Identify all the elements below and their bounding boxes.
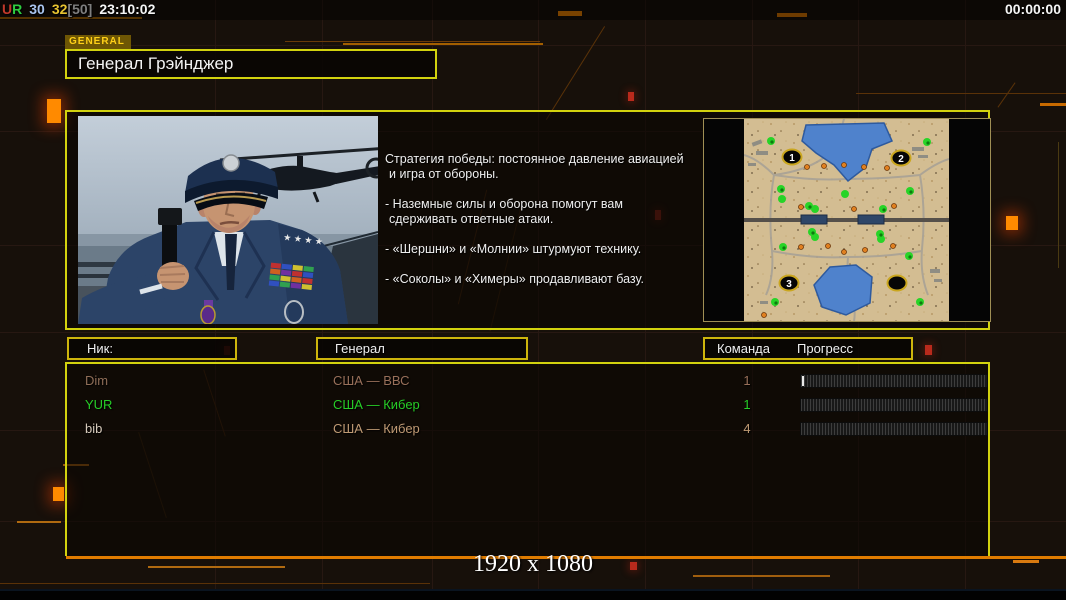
column-header-team: Команда bbox=[717, 339, 770, 358]
column-header-progress: Прогресс bbox=[797, 339, 853, 358]
circuit-line bbox=[1058, 142, 1059, 268]
briefing-line: и игра от обороны. bbox=[385, 167, 715, 182]
minimap-image: 1 2 3 bbox=[744, 119, 949, 326]
circuit-line bbox=[0, 45, 1066, 46]
start-position-empty bbox=[888, 276, 907, 291]
player-general: США — Кибер bbox=[333, 397, 420, 412]
circuit-line bbox=[997, 82, 1015, 107]
circuit-line bbox=[343, 43, 543, 45]
player-general: США — Кибер bbox=[333, 421, 420, 436]
briefing-line: Стратегия победы: постоянное давление ав… bbox=[385, 152, 715, 167]
briefing-line: сдерживать ответные атаки. bbox=[385, 212, 715, 227]
minimap-panel: 1 2 3 bbox=[703, 118, 991, 322]
start-position-1: 1 bbox=[789, 153, 795, 164]
map-center-road bbox=[744, 218, 949, 222]
briefing-line: - «Шершни» и «Молнии» штурмуют технику. bbox=[385, 242, 715, 257]
status-segment: [50] bbox=[67, 1, 92, 17]
player-row: YUR США — Кибер 1 bbox=[67, 394, 988, 418]
circuit-line bbox=[546, 26, 605, 120]
briefing-line: - Наземные силы и оборона помогут вам bbox=[385, 197, 715, 212]
resolution-label: 1920 x 1080 bbox=[0, 551, 1066, 578]
briefing-panel: ★ ★ ★ ★ bbox=[65, 110, 990, 330]
circuit-line bbox=[0, 332, 1066, 333]
circuit-square bbox=[53, 487, 64, 501]
loading-screen: UR3032[50]23:10:02 00:00:00 GENERAL Гене… bbox=[0, 0, 1066, 600]
circuit-square bbox=[47, 99, 61, 123]
load-progress-bar bbox=[800, 398, 988, 412]
status-clock: 23:10:02 bbox=[99, 1, 155, 17]
match-timer: 00:00:00 bbox=[1005, 1, 1061, 17]
circuit-line bbox=[17, 521, 61, 523]
status-segment: 30 bbox=[29, 1, 45, 17]
general-title: Генерал Грэйнджер bbox=[65, 49, 437, 79]
top-bar bbox=[0, 0, 1066, 20]
status-segment: U bbox=[2, 1, 12, 17]
load-progress-bar bbox=[800, 422, 988, 436]
player-nick: Dim bbox=[85, 373, 108, 388]
net-status-readout: UR 30 32[50] 23:10:02 bbox=[2, 1, 155, 17]
map-bridge bbox=[801, 215, 827, 224]
general-portrait: ★ ★ ★ ★ bbox=[78, 116, 378, 324]
player-nick: YUR bbox=[85, 397, 112, 412]
circuit-line bbox=[0, 583, 430, 584]
map-bridge bbox=[858, 215, 884, 224]
circuit-line bbox=[1040, 103, 1066, 106]
circuit-dot bbox=[628, 92, 634, 101]
player-nick: bib bbox=[85, 421, 102, 436]
status-segment: R bbox=[12, 1, 22, 17]
circuit-square bbox=[1006, 216, 1018, 230]
player-general: США — ВВС bbox=[333, 373, 410, 388]
player-team: 1 bbox=[735, 397, 759, 412]
player-team: 1 bbox=[735, 373, 759, 388]
player-row: bib США — Кибер 4 bbox=[67, 418, 988, 442]
general-tab-label: GENERAL bbox=[65, 35, 131, 49]
column-header-nick: Ник: bbox=[67, 337, 237, 360]
portrait-photo: ★ ★ ★ ★ bbox=[78, 116, 378, 324]
circuit-line bbox=[856, 93, 1066, 94]
player-team: 4 bbox=[735, 421, 759, 436]
column-header-general: Генерал bbox=[316, 337, 528, 360]
column-header-team-progress: Команда Прогресс bbox=[703, 337, 913, 360]
load-progress-bar bbox=[800, 374, 988, 388]
start-position-2: 2 bbox=[898, 154, 904, 165]
status-segment: 32 bbox=[52, 1, 68, 17]
player-roster-panel: Dim США — ВВС 1 YUR США — Кибер 1 bib СШ… bbox=[65, 362, 990, 556]
circuit-dot bbox=[925, 345, 932, 355]
progress-cursor bbox=[802, 376, 804, 386]
circuit-line bbox=[285, 41, 540, 42]
start-position-3: 3 bbox=[786, 279, 792, 290]
bottom-bar bbox=[0, 591, 1066, 600]
briefing-line: - «Соколы» и «Химеры» продавливают базу. bbox=[385, 272, 715, 287]
strategy-briefing: Стратегия победы: постоянное давление ав… bbox=[385, 152, 715, 287]
player-row: Dim США — ВВС 1 bbox=[67, 370, 988, 394]
